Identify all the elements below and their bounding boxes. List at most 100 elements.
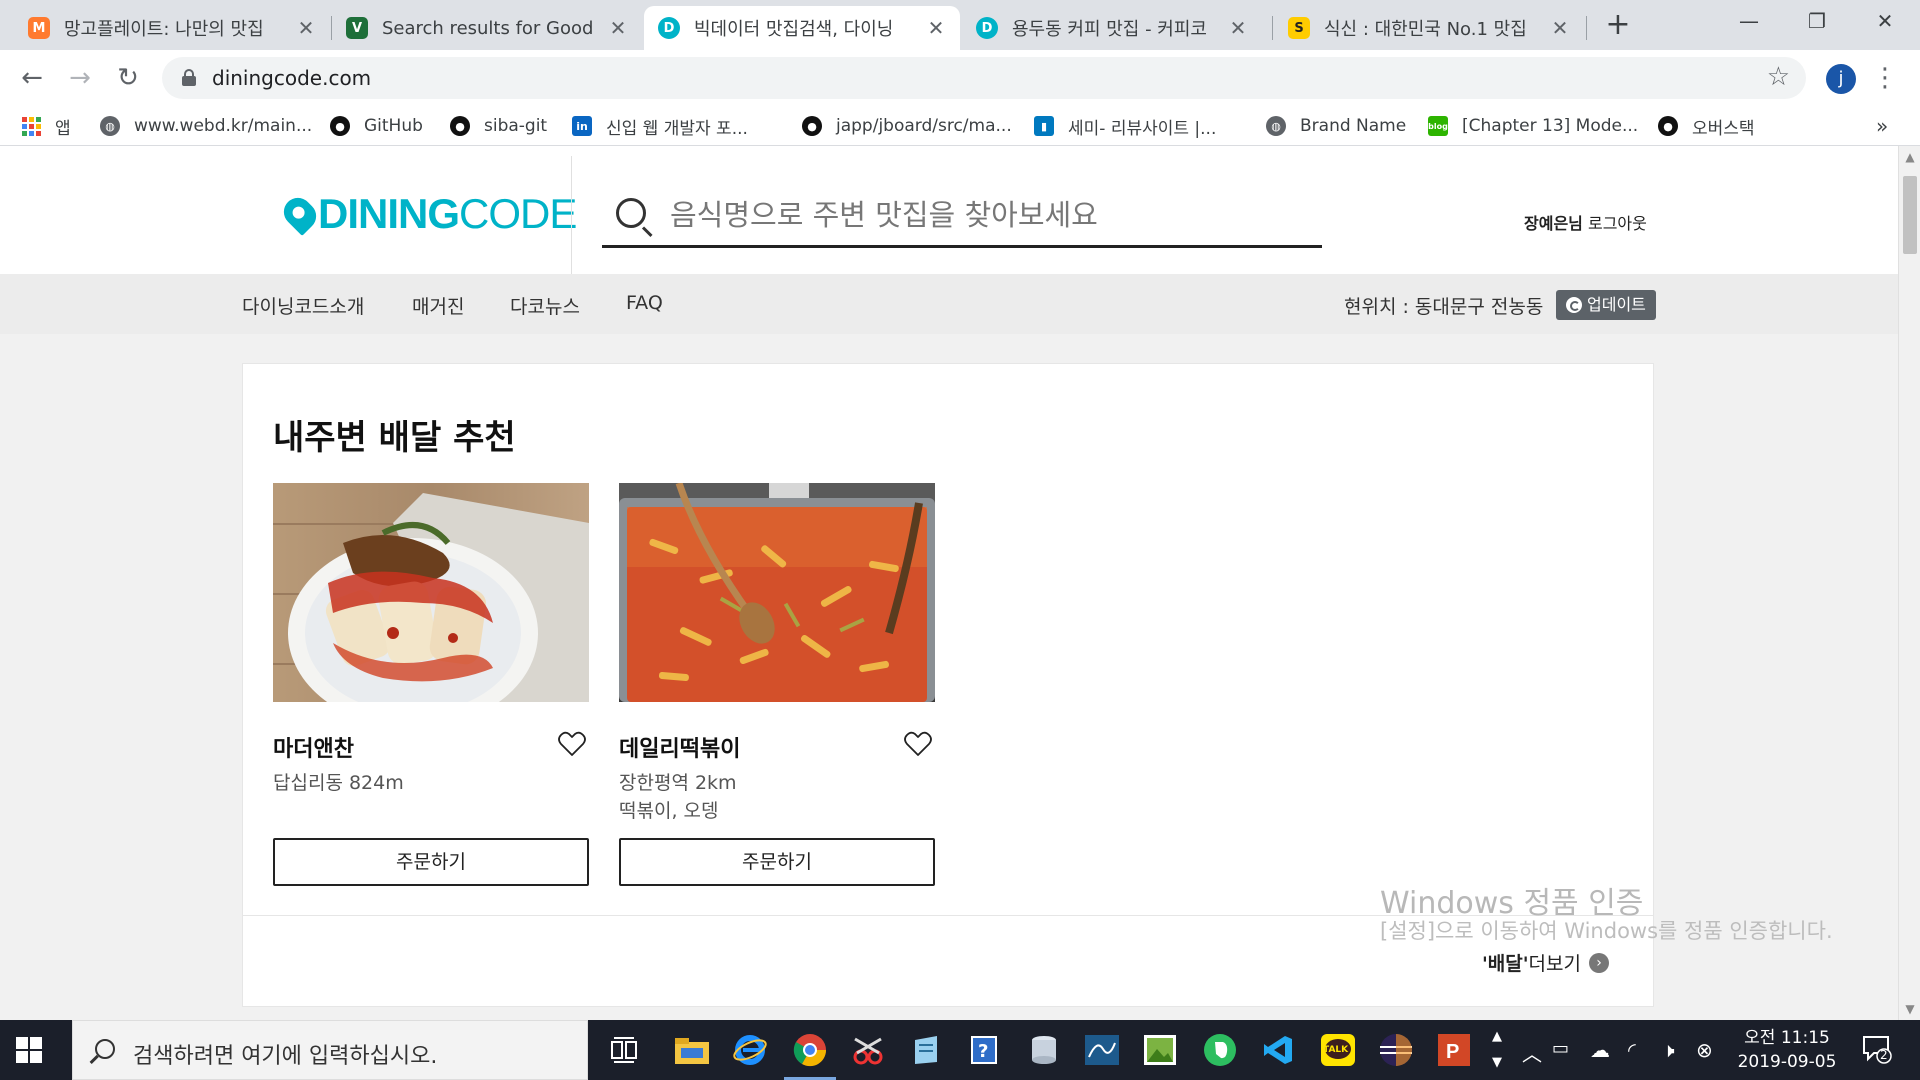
- tab-close-icon[interactable]: ✕: [926, 16, 946, 40]
- windows-taskbar: 검색하려면 여기에 입력하십시오. ? TALK P ▲ ▼ ︿ ▭ ☁ ◜ 🕨…: [0, 1020, 1920, 1080]
- restaurant-photo[interactable]: [273, 483, 589, 702]
- order-button[interactable]: 주문하기: [619, 838, 935, 886]
- restaurant-card[interactable]: 마더앤찬 답십리동 824m 주문하기: [273, 483, 589, 886]
- github-icon: ●: [330, 116, 350, 136]
- bookmark-siba-git[interactable]: ● siba-git: [450, 112, 547, 140]
- bookmark-github[interactable]: ● GitHub: [330, 112, 423, 140]
- more-link-keyword: '배달': [1481, 953, 1529, 975]
- restaurant-photo[interactable]: [619, 483, 935, 702]
- notepad-icon[interactable]: [906, 1030, 946, 1070]
- nav-news[interactable]: 다코뉴스: [510, 292, 580, 319]
- internet-explorer-icon[interactable]: [730, 1030, 770, 1070]
- nav-magazine[interactable]: 매거진: [412, 292, 464, 319]
- bookmark-trello[interactable]: ▮ 세미- 리뷰사이트 |...: [1034, 112, 1216, 140]
- taskbar-search-placeholder[interactable]: 검색하려면 여기에 입력하십시오.: [133, 1038, 437, 1070]
- search-input[interactable]: [670, 192, 1310, 238]
- bookmark-jboard[interactable]: ● japp/jboard/src/ma...: [802, 112, 1012, 140]
- diningcode-logo[interactable]: DINING CODE: [278, 190, 577, 238]
- tab-close-icon[interactable]: ✕: [296, 16, 316, 40]
- nav-faq[interactable]: FAQ: [626, 292, 663, 314]
- bookmark-label: [Chapter 13] Mode...: [1462, 116, 1639, 136]
- vectorstock-favicon-icon: V: [346, 17, 368, 39]
- bookmark-webd[interactable]: ◍ www.webd.kr/main...: [100, 112, 312, 140]
- eclipse-icon[interactable]: [1376, 1030, 1416, 1070]
- bookmark-star-icon[interactable]: ☆: [1767, 62, 1790, 92]
- chrome-icon[interactable]: [784, 1030, 836, 1080]
- nav-about[interactable]: 다이닝코드소개: [242, 292, 364, 319]
- tab-mangoplate[interactable]: M 망고플레이트: 나만의 맛집 ✕: [14, 6, 330, 50]
- clock-date: 2019-09-05: [1737, 1052, 1837, 1072]
- back-button[interactable]: ←: [14, 60, 50, 96]
- section-title: 내주변 배달 추천: [273, 418, 516, 458]
- taskbar-search-box[interactable]: 검색하려면 여기에 입력하십시오.: [72, 1020, 588, 1080]
- window-close-button[interactable]: ✕: [1852, 0, 1918, 42]
- tab-search-results[interactable]: V Search results for Good - ✕: [332, 6, 642, 50]
- help-book-icon[interactable]: ?: [964, 1030, 1004, 1070]
- logout-link[interactable]: 로그아웃: [1588, 214, 1647, 233]
- url-text[interactable]: diningcode.com: [212, 66, 371, 90]
- snipping-tool-icon[interactable]: [848, 1030, 888, 1070]
- user-name[interactable]: 장예은님: [1524, 214, 1583, 233]
- location-update-button[interactable]: 업데이트: [1556, 290, 1656, 320]
- bookmark-linkedin[interactable]: in 신입 웹 개발자 포...: [572, 112, 748, 140]
- bookmark-chapter13[interactable]: blog [Chapter 13] Mode...: [1428, 112, 1638, 140]
- tab-close-icon[interactable]: ✕: [1228, 16, 1248, 40]
- logo-brand-main: DINING: [318, 190, 460, 237]
- bookmark-brand-name[interactable]: ◍ Brand Name: [1266, 112, 1406, 140]
- restore-button[interactable]: ❐: [1784, 0, 1850, 42]
- lock-icon[interactable]: [182, 69, 196, 86]
- profile-avatar[interactable]: j: [1826, 64, 1856, 94]
- vscode-icon[interactable]: [1258, 1030, 1298, 1070]
- forward-button[interactable]: →: [62, 60, 98, 96]
- new-tab-button[interactable]: +: [1600, 8, 1636, 44]
- mysql-workbench-icon[interactable]: [1082, 1030, 1122, 1070]
- evernote-icon[interactable]: [1200, 1030, 1240, 1070]
- kakaotalk-icon[interactable]: TALK: [1318, 1030, 1358, 1070]
- tab-diningcode-active[interactable]: D 빅데이터 맛집검색, 다이닝 ✕: [644, 6, 960, 50]
- mangoplate-favicon-icon: M: [28, 17, 50, 39]
- bookmark-label: GitHub: [364, 116, 423, 136]
- more-delivery-link[interactable]: '배달' 더보기 ›: [1482, 949, 1609, 976]
- bookmarks-bar: 앱 ◍ www.webd.kr/main... ● GitHub ● siba-…: [0, 106, 1920, 146]
- search-icon[interactable]: [616, 198, 646, 228]
- favorite-heart-icon[interactable]: [557, 729, 587, 759]
- task-view-icon[interactable]: [604, 1030, 644, 1070]
- page-scrollbar[interactable]: ▲ ▼: [1898, 146, 1920, 1020]
- bookmarks-overflow-icon[interactable]: »: [1876, 114, 1888, 138]
- windows-start-icon[interactable]: [16, 1037, 42, 1063]
- tab-close-icon[interactable]: ✕: [608, 16, 628, 40]
- bookmark-overstack[interactable]: ● 오버스택: [1658, 112, 1755, 140]
- restaurant-name[interactable]: 데일리떡볶이: [619, 731, 740, 763]
- scroll-up-arrow-icon[interactable]: ▲: [1899, 146, 1920, 168]
- file-explorer-icon[interactable]: [672, 1030, 712, 1070]
- reload-button[interactable]: ↻: [110, 60, 146, 96]
- tab-siksin[interactable]: S 식신 : 대한민국 No.1 맛집 ✕: [1274, 6, 1584, 50]
- restaurant-name[interactable]: 마더앤찬: [273, 731, 354, 763]
- system-clock[interactable]: 오전 11:15 2019-09-05: [1732, 1026, 1842, 1074]
- show-hidden-icons-icon[interactable]: ︿: [1522, 1038, 1542, 1067]
- site-header: DININGCODE 장예은님 로그아웃: [0, 146, 1898, 274]
- notification-center-icon[interactable]: 2: [1862, 1034, 1892, 1064]
- browser-menu-icon[interactable]: ⋮: [1870, 60, 1900, 96]
- minimize-button[interactable]: —: [1716, 0, 1782, 42]
- onedrive-icon[interactable]: ☁: [1590, 1038, 1610, 1062]
- ime-close-icon[interactable]: ⊗: [1696, 1038, 1713, 1062]
- wifi-icon[interactable]: ◜: [1628, 1038, 1636, 1062]
- image-viewer-icon[interactable]: [1140, 1030, 1180, 1070]
- powerpoint-icon[interactable]: P: [1434, 1030, 1474, 1070]
- database-icon[interactable]: [1024, 1030, 1064, 1070]
- restaurant-card[interactable]: 데일리떡볶이 장한평역 2km 떡볶이, 오뎅 주문하기: [619, 483, 935, 886]
- scroll-thumb[interactable]: [1903, 176, 1917, 254]
- taskbar-scroll-icon[interactable]: ▲ ▼: [1492, 1024, 1502, 1076]
- order-button[interactable]: 주문하기: [273, 838, 589, 886]
- battery-icon[interactable]: ▭: [1552, 1038, 1569, 1059]
- tab-close-icon[interactable]: ✕: [1550, 16, 1570, 40]
- volume-muted-icon[interactable]: 🕨: [1662, 1038, 1675, 1062]
- tab-coffee[interactable]: D 용두동 커피 맛집 - 커피코 ✕: [962, 6, 1262, 50]
- address-bar[interactable]: diningcode.com ☆: [162, 57, 1806, 99]
- favorite-heart-icon[interactable]: [903, 729, 933, 759]
- tab-separator: [1272, 16, 1273, 40]
- scroll-down-arrow-icon[interactable]: ▼: [1899, 998, 1920, 1020]
- bookmark-apps[interactable]: 앱: [22, 112, 71, 140]
- restaurant-location: 장한평역 2km: [619, 772, 737, 794]
